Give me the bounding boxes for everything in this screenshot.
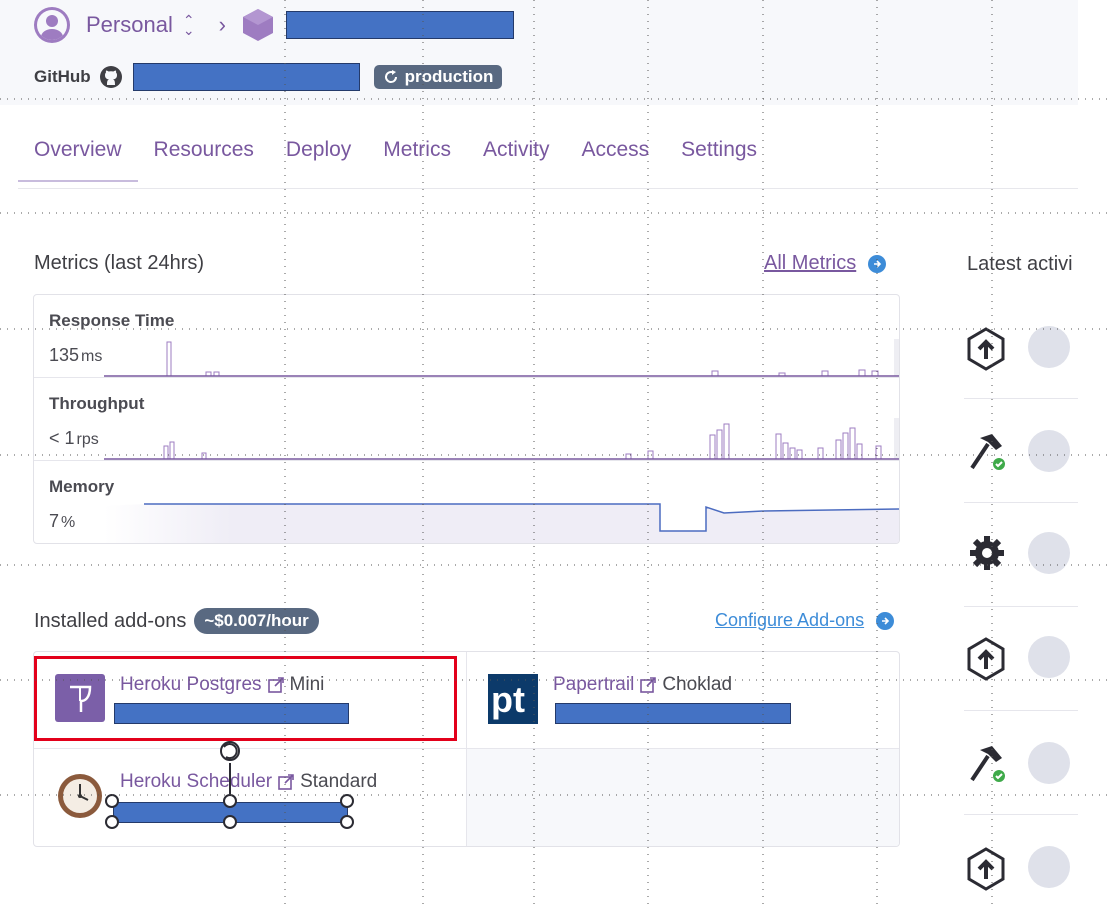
- user-avatar-icon: [1028, 532, 1070, 574]
- metric-memory[interactable]: Memory 7%: [34, 461, 899, 543]
- tab-overview[interactable]: Overview: [18, 130, 138, 182]
- activity-item[interactable]: [966, 632, 1078, 736]
- github-label: GitHub: [34, 67, 91, 86]
- tab-resources[interactable]: Resources: [138, 130, 270, 182]
- refresh-icon: [384, 70, 397, 83]
- metric-value: < 1 rps: [49, 428, 99, 448]
- app-name-redacted: [285, 11, 514, 39]
- tabs-divider: [18, 188, 1078, 189]
- metrics-panel: Response Time 135 ms Throughput < 1 rps …: [33, 294, 900, 544]
- deploy-upload-icon: [967, 847, 1005, 891]
- metric-value: 7%: [49, 511, 76, 531]
- pipeline-badge[interactable]: production: [373, 65, 503, 89]
- cost-badge: ~$0.007/hour: [194, 608, 319, 634]
- activity-item[interactable]: [966, 322, 1078, 426]
- tab-access[interactable]: Access: [565, 130, 665, 182]
- addon-plan: Choklad: [662, 674, 733, 695]
- all-metrics-link[interactable]: All Metrics: [764, 252, 887, 275]
- breadcrumb: Personal ⌃ ⌄ ›: [34, 6, 514, 44]
- scheduler-clock-icon: [58, 774, 102, 818]
- papertrail-icon: pt: [488, 674, 538, 724]
- metric-name: Memory: [49, 477, 115, 496]
- pipeline-badge-label: production: [404, 67, 494, 86]
- external-link-icon: [640, 677, 657, 693]
- metrics-title: Metrics (last 24hrs): [34, 252, 205, 274]
- app-tabs: Overview Resources Deploy Metrics Activi…: [18, 130, 773, 190]
- memory-sparkline: [104, 503, 899, 543]
- user-avatar-icon: [1028, 636, 1070, 678]
- gear-icon: [970, 536, 1004, 570]
- activity-item[interactable]: [966, 528, 1078, 632]
- deploy-upload-icon: [967, 637, 1005, 681]
- configure-addons-link[interactable]: Configure Add-ons: [715, 610, 895, 631]
- metric-name: Response Time: [49, 311, 175, 330]
- deploy-upload-icon: [967, 327, 1005, 371]
- build-hammer-icon: [970, 746, 1007, 784]
- metric-value: 135 ms: [49, 345, 103, 365]
- highlight-box: [34, 656, 457, 741]
- addons-title: Installed add-ons ~$0.007/hour: [34, 608, 319, 634]
- app-hexagon-icon: [242, 9, 273, 41]
- activity-item[interactable]: [966, 422, 1078, 526]
- chevron-right-icon: ›: [218, 12, 226, 37]
- github-icon: [99, 66, 122, 88]
- latest-activity-title: Latest activi: [967, 253, 1073, 275]
- user-avatar-icon: [1028, 846, 1070, 888]
- team-switcher[interactable]: Personal: [86, 12, 173, 38]
- activity-item[interactable]: [966, 842, 1078, 902]
- build-hammer-icon: [970, 434, 1007, 472]
- avatar[interactable]: [34, 7, 70, 43]
- empty-addon-slot: [467, 749, 899, 846]
- app-header: Personal ⌃ ⌄ › GitHub production: [0, 0, 1078, 105]
- user-avatar-icon: [1028, 742, 1070, 784]
- addons-title-label: Installed add-ons: [34, 609, 187, 632]
- throughput-sparkline: [104, 418, 899, 460]
- addon-papertrail[interactable]: Papertrail Choklad: [553, 674, 732, 696]
- metric-throughput[interactable]: Throughput < 1 rps: [34, 378, 899, 461]
- metric-name: Throughput: [49, 394, 145, 413]
- configure-addons-label: Configure Add-ons: [715, 610, 865, 630]
- arrow-circle-icon: [868, 254, 887, 273]
- addon-name: Papertrail: [553, 674, 635, 695]
- user-avatar-icon: [1028, 430, 1070, 472]
- activity-item[interactable]: [966, 734, 1078, 838]
- repo-name-redacted: [132, 63, 360, 91]
- tab-activity[interactable]: Activity: [467, 130, 566, 182]
- tab-deploy[interactable]: Deploy: [270, 130, 367, 182]
- arrow-circle-icon: [876, 611, 895, 630]
- addon-attachment-redacted: [555, 703, 791, 724]
- svg-text:pt: pt: [491, 679, 525, 720]
- response-time-sparkline: [104, 339, 899, 377]
- tab-metrics[interactable]: Metrics: [367, 130, 467, 182]
- selection-handles: [105, 741, 354, 829]
- user-avatar-icon: [1028, 326, 1070, 368]
- chevron-updown-icon[interactable]: ⌃ ⌄: [183, 13, 195, 37]
- all-metrics-label: All Metrics: [764, 252, 857, 274]
- tab-settings[interactable]: Settings: [665, 130, 773, 182]
- metric-response-time[interactable]: Response Time 135 ms: [34, 295, 899, 378]
- user-icon: [37, 10, 67, 40]
- repo-row: GitHub production: [34, 62, 503, 92]
